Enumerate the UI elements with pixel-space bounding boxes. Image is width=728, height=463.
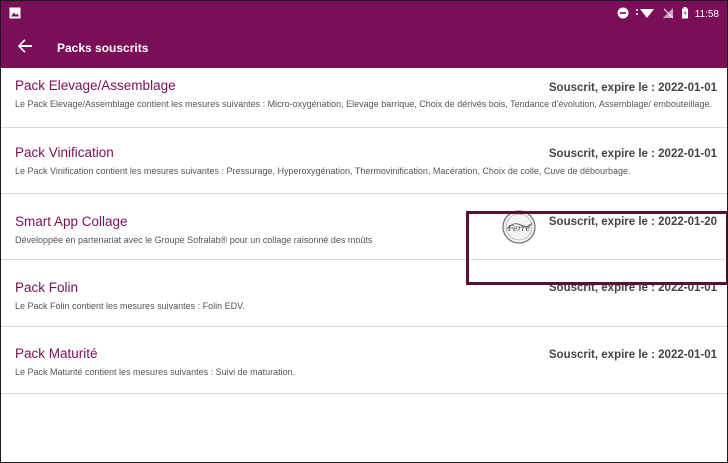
back-button[interactable] (13, 36, 37, 60)
svg-text:Ferré: Ferré (507, 224, 530, 233)
pack-description: Le Pack Folin contient les mesures suiva… (15, 301, 245, 311)
pack-item-vinification[interactable]: Pack Vinification Le Pack Vinification c… (1, 128, 727, 194)
page-title: Packs souscrits (57, 41, 149, 55)
arrow-left-icon (17, 38, 33, 59)
subscription-status: Souscrit, expire le : 2022-01-20 (548, 216, 717, 228)
subscription-status: Souscrit, expire le : 2022-01-01 (548, 282, 717, 294)
pack-description: Le Pack Maturité contient les mesures su… (15, 367, 296, 377)
pack-item-elevage[interactable]: Pack Elevage/Assemblage Le Pack Elevage/… (1, 68, 727, 128)
app-bar: Packs souscrits (1, 28, 727, 68)
battery-icon (681, 7, 689, 22)
minus-circle-icon (617, 7, 629, 22)
pack-item-maturite[interactable]: Pack Maturité Le Pack Maturité contient … (1, 327, 727, 394)
subscription-status: Souscrit, expire le : 2022-01-01 (548, 148, 717, 160)
pack-item-smart-app-collage[interactable]: Smart App Collage Développée en partenar… (1, 194, 727, 260)
sofralab-logo: Ferré (501, 209, 537, 245)
app-frame: 11:58 Packs souscrits Pack Elevage/Assem… (0, 0, 728, 463)
packs-list: Pack Elevage/Assemblage Le Pack Elevage/… (1, 68, 727, 394)
image-icon (9, 6, 21, 24)
pack-description: Le Pack Vinification contient les mesure… (15, 166, 631, 176)
clock: 11:58 (694, 9, 719, 20)
wifi-icon (635, 7, 655, 22)
status-bar: 11:58 (1, 1, 727, 28)
pack-item-folin[interactable]: Pack Folin Le Pack Folin contient les me… (1, 260, 727, 327)
pack-description: Développée en partenariat avec le Groupe… (15, 235, 373, 245)
subscription-status: Souscrit, expire le : 2022-01-01 (548, 349, 717, 361)
no-sim-icon (661, 7, 675, 22)
pack-description: Le Pack Elevage/Assemblage contient les … (15, 99, 712, 109)
subscription-status: Souscrit, expire le : 2022-01-01 (548, 82, 717, 94)
